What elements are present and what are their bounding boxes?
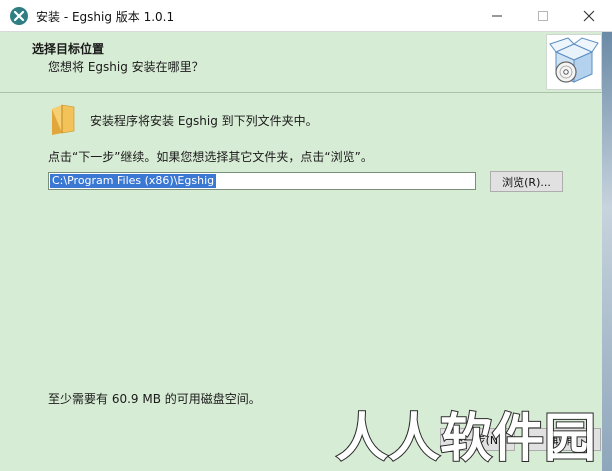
maximize-icon bbox=[538, 11, 548, 21]
install-message: 安装程序将安装 Egshig 到下列文件夹中。 bbox=[90, 114, 318, 128]
disk-space-message: 至少需要有 60.9 MB 的可用磁盘空间。 bbox=[48, 392, 261, 406]
destination-path-selected-text: C:\Program Files (x86)\Egshig bbox=[50, 174, 217, 188]
minimize-button[interactable] bbox=[474, 0, 520, 31]
title-bar: 安装 - Egshig 版本 1.0.1 bbox=[0, 0, 612, 32]
continue-message: 点击“下一步”继续。如果您想选择其它文件夹，点击“浏览”。 bbox=[48, 150, 373, 164]
folder-icon bbox=[52, 104, 75, 135]
maximize-button[interactable] bbox=[520, 0, 566, 31]
box-disc-icon bbox=[546, 34, 602, 90]
wizard-header: 选择目标位置 您想将 Egshig 安装在哪里？ bbox=[0, 32, 612, 93]
watermark-text: 人人软件园 bbox=[336, 409, 596, 466]
browse-button[interactable]: 浏览(R)... bbox=[490, 171, 563, 192]
x-logo-icon bbox=[10, 7, 28, 25]
page-title: 选择目标位置 bbox=[32, 42, 105, 56]
page-subtitle: 您想将 Egshig 安装在哪里？ bbox=[48, 60, 204, 74]
close-button[interactable] bbox=[566, 0, 612, 31]
window-title: 安装 - Egshig 版本 1.0.1 bbox=[36, 10, 175, 24]
watermark-logo: 人人软件园 bbox=[335, 408, 597, 466]
close-icon bbox=[583, 10, 595, 22]
minimize-icon bbox=[492, 15, 502, 17]
